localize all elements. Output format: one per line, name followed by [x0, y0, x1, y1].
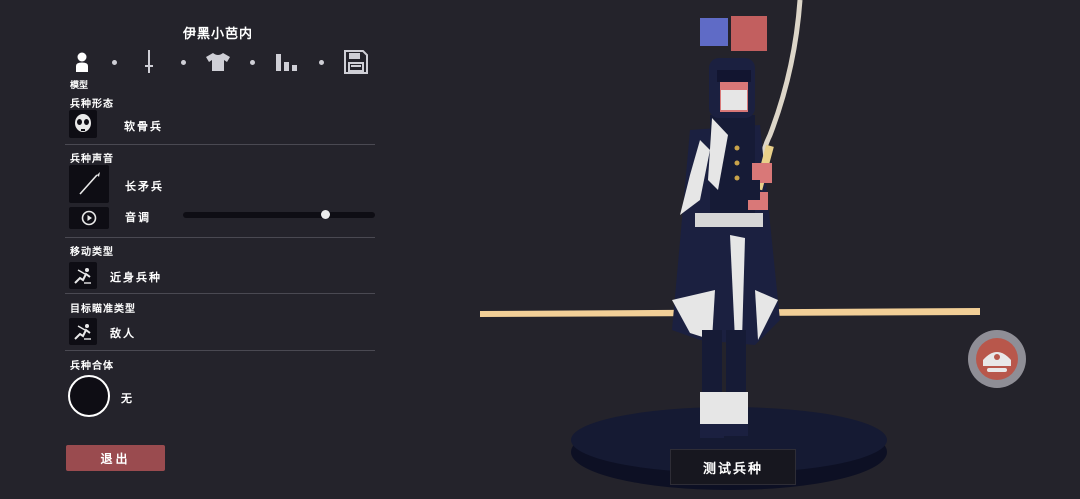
pitch-slider[interactable]	[183, 210, 375, 219]
unit-face	[720, 80, 748, 112]
save-icon	[344, 50, 368, 74]
tab-clothing[interactable]	[204, 48, 232, 76]
targeting-type-value: 敌人	[110, 327, 136, 340]
sword-icon	[145, 50, 153, 73]
unit-boot	[700, 392, 724, 436]
pitch-label: 音调	[125, 211, 151, 224]
unit-belt	[695, 213, 763, 227]
coat-button	[734, 175, 740, 181]
unit-hand	[748, 192, 768, 210]
movement-type-button[interactable]	[69, 262, 97, 289]
unit-form-button[interactable]	[69, 110, 97, 138]
coat-button	[734, 145, 740, 151]
targeting-type-button[interactable]	[69, 318, 97, 345]
pitch-slider-handle[interactable]	[321, 210, 331, 219]
unit-coat	[672, 125, 780, 345]
section-divider	[65, 237, 375, 238]
targeting-type-label: 目标瞄准类型	[70, 304, 136, 315]
sword-hilt	[754, 144, 774, 191]
active-tab-label: 模型	[70, 81, 89, 91]
test-unit-button[interactable]: 测试兵种	[670, 449, 796, 485]
unit-voice-label: 兵种声音	[70, 154, 114, 165]
section-divider	[65, 293, 375, 294]
target-enemy-icon	[74, 323, 91, 340]
unit-boot-sole	[724, 424, 748, 436]
tab-separator-dot	[112, 60, 117, 65]
movement-type-label: 移动类型	[70, 247, 114, 258]
person-icon	[76, 52, 88, 72]
editor-tabs	[68, 48, 368, 78]
unit-mask	[721, 90, 747, 110]
unit-leg	[702, 330, 722, 395]
tab-separator-dot	[181, 60, 186, 65]
unit-torso	[710, 115, 755, 225]
unit-hair	[717, 70, 751, 82]
skull-mask-icon	[75, 114, 91, 132]
unit-arm	[742, 180, 760, 200]
unit-combine-value: 无	[121, 392, 134, 405]
coat-trim	[680, 140, 710, 215]
coat-lapel	[708, 118, 728, 190]
unit-leg	[726, 330, 746, 395]
tab-model[interactable]	[68, 48, 96, 76]
unit-hood	[709, 58, 755, 118]
unit-voice-button[interactable]	[69, 165, 109, 203]
ground-line	[480, 308, 980, 317]
empty-circle-icon	[68, 375, 110, 417]
tab-weapons[interactable]	[135, 48, 163, 76]
coat-button	[734, 160, 740, 166]
unit-hand	[752, 163, 772, 183]
unit-boot-sole	[700, 424, 724, 438]
helmet-badge-icon	[976, 338, 1018, 380]
unit-form-value: 软骨兵	[124, 120, 163, 133]
tab-separator-dot	[250, 60, 255, 65]
team-color-red[interactable]	[731, 16, 767, 51]
bar-chart-icon	[276, 54, 297, 71]
unit-voice-value: 长矛兵	[125, 180, 164, 193]
team-color-blue[interactable]	[700, 18, 728, 46]
melee-run-icon	[74, 267, 91, 284]
movement-type-value: 近身兵种	[110, 271, 162, 284]
unit-form-label: 兵种形态	[70, 99, 114, 110]
exit-button[interactable]: 退出	[66, 445, 165, 471]
section-divider	[65, 144, 375, 145]
coat-trim	[672, 290, 715, 340]
unit-boot	[724, 392, 748, 434]
corner-action-button[interactable]	[968, 330, 1026, 388]
section-divider	[65, 350, 375, 351]
tab-separator-dot	[319, 60, 324, 65]
unit-name-title[interactable]: 伊黑小芭内	[150, 23, 286, 42]
play-icon	[81, 210, 97, 226]
coat-trim	[755, 290, 778, 340]
unit-editor-panel: 伊黑小芭内 模型 兵种形态 软骨兵 兵种声音 长矛兵 音调 移动类型 近身兵种 …	[0, 0, 380, 499]
spear-icon	[79, 172, 100, 195]
pitch-play-button[interactable]	[69, 207, 109, 229]
unit-combine-label: 兵种合体	[70, 361, 114, 372]
tab-stats[interactable]	[273, 48, 301, 76]
unit-combine-button[interactable]	[68, 375, 110, 417]
tab-save[interactable]	[342, 48, 370, 76]
coat-trim	[730, 235, 745, 340]
shirt-icon	[206, 53, 230, 71]
